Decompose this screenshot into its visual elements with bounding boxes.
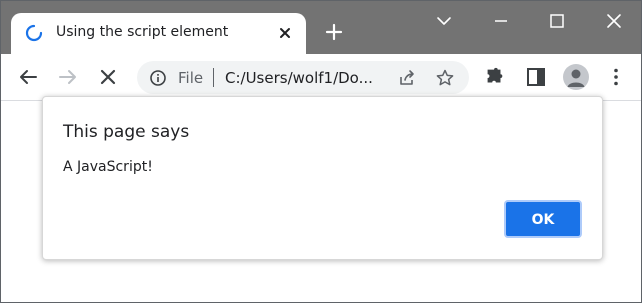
stop-icon xyxy=(100,69,116,85)
browser-window: Using the script element File C:/Users/w… xyxy=(0,0,642,303)
info-icon[interactable] xyxy=(149,69,167,87)
stop-button[interactable] xyxy=(96,65,120,89)
menu-button[interactable] xyxy=(604,65,628,89)
dialog-title: This page says xyxy=(63,122,190,142)
close-icon xyxy=(607,14,621,28)
tab-search-button[interactable] xyxy=(434,11,454,31)
loading-spinner-icon xyxy=(25,24,43,42)
side-panel-icon xyxy=(527,68,545,86)
new-tab-button[interactable] xyxy=(324,22,344,42)
address-bar[interactable]: File C:/Users/wolf1/Do... xyxy=(137,61,469,94)
toolbar: File C:/Users/wolf1/Do... xyxy=(1,54,641,101)
chevron-down-icon xyxy=(437,17,451,25)
browser-tab[interactable]: Using the script element xyxy=(11,13,306,54)
separator xyxy=(213,68,214,87)
minimize-button[interactable] xyxy=(491,11,511,31)
close-icon[interactable] xyxy=(277,25,293,41)
star-icon[interactable] xyxy=(435,68,455,88)
profile-button[interactable] xyxy=(563,64,589,90)
extensions-button[interactable] xyxy=(484,65,508,89)
alert-dialog: This page says A JavaScript! OK xyxy=(42,96,603,260)
tab-title: Using the script element xyxy=(56,24,229,40)
window-close-button[interactable] xyxy=(604,11,624,31)
side-panel-button[interactable] xyxy=(524,65,548,89)
scheme-label: File xyxy=(178,69,204,87)
maximize-button[interactable] xyxy=(547,11,567,31)
dialog-message: A JavaScript! xyxy=(63,159,153,175)
kebab-menu-icon xyxy=(614,68,618,86)
arrow-right-icon xyxy=(59,70,76,84)
ok-button[interactable]: OK xyxy=(504,200,582,238)
maximize-icon xyxy=(550,14,564,28)
back-button[interactable] xyxy=(16,65,40,89)
minimize-icon xyxy=(495,20,507,22)
share-icon[interactable] xyxy=(397,68,417,88)
puzzle-icon xyxy=(487,67,503,83)
arrow-left-icon xyxy=(20,70,37,84)
forward-button[interactable] xyxy=(56,65,80,89)
plus-icon xyxy=(325,23,343,41)
profile-icon xyxy=(567,69,585,87)
url-text[interactable]: C:/Users/wolf1/Do... xyxy=(225,69,373,87)
title-bar: Using the script element xyxy=(1,1,641,54)
